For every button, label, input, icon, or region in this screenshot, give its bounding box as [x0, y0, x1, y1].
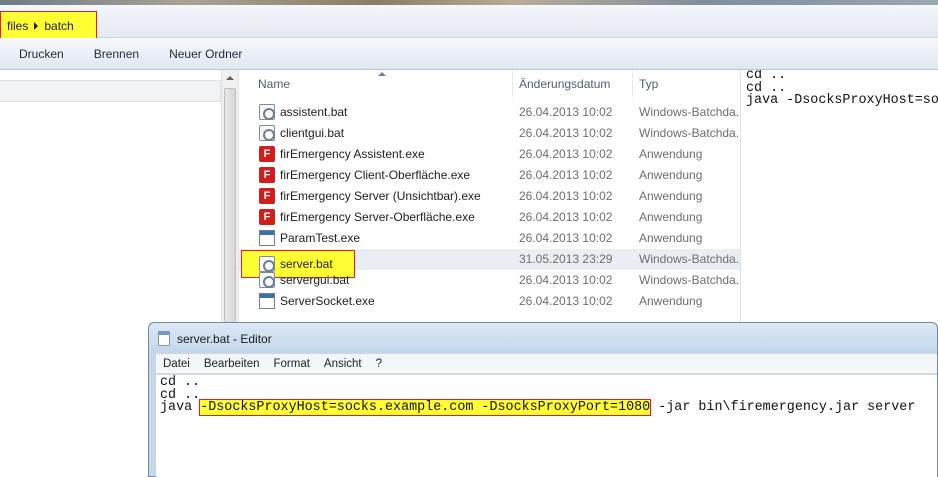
- breadcrumb[interactable]: files batch: [0, 11, 97, 40]
- file-row[interactable]: ParamTest.exe 26.04.2013 10:02 Anwendung: [239, 228, 741, 249]
- file-type: Anwendung: [639, 147, 703, 161]
- file-name: firEmergency Server (Unsichtbar).exe: [280, 189, 481, 203]
- file-row[interactable]: servergui.bat 26.04.2013 10:02 Windows-B…: [239, 270, 741, 291]
- chevron-right-icon[interactable]: [34, 21, 39, 30]
- file-date: 26.04.2013 10:02: [519, 294, 613, 308]
- menu-format[interactable]: Format: [266, 358, 316, 370]
- exe-window-icon: [259, 293, 275, 309]
- exe-window-icon: [259, 230, 275, 246]
- file-name: server.bat: [280, 257, 333, 271]
- column-header-row: Name Änderungsdatum Typ: [239, 70, 741, 98]
- batch-file-icon: [259, 104, 275, 120]
- notepad-titlebar[interactable]: server.bat - Editor: [149, 323, 937, 353]
- scroll-up-icon[interactable]: [226, 76, 234, 80]
- firemergency-app-icon: F: [259, 146, 275, 162]
- menu-help[interactable]: ?: [369, 358, 389, 370]
- file-name: firEmergency Server-Oberfläche.exe: [280, 210, 475, 224]
- file-type: Windows-Batchda...: [639, 126, 739, 140]
- file-date: 26.04.2013 10:02: [519, 273, 613, 287]
- file-row[interactable]: F firEmergency Client-Oberfläche.exe 26.…: [239, 165, 741, 186]
- file-name: firEmergency Client-Oberfläche.exe: [280, 168, 471, 182]
- file-date: 26.04.2013 10:02: [519, 126, 613, 140]
- column-header-name[interactable]: Name: [258, 77, 290, 91]
- file-date: 26.04.2013 10:02: [519, 105, 613, 119]
- file-name: servergui.bat: [280, 273, 350, 287]
- firemergency-app-icon: F: [259, 167, 275, 183]
- burn-button[interactable]: Brennen: [79, 47, 154, 61]
- address-bar[interactable]: files batch: [0, 5, 938, 40]
- file-date: 31.05.2013 23:29: [519, 252, 613, 266]
- file-row[interactable]: F firEmergency Server (Unsichtbar).exe 2…: [239, 186, 741, 207]
- column-divider[interactable]: [512, 70, 513, 98]
- preview-pane: cd .. cd .. java -DsocksProxyHost=socks: [741, 70, 938, 325]
- column-divider[interactable]: [632, 70, 633, 98]
- file-row[interactable]: ServerSocket.exe 26.04.2013 10:02 Anwend…: [239, 291, 741, 312]
- notepad-icon: [158, 331, 170, 346]
- file-date: 26.04.2013 10:02: [519, 168, 613, 182]
- file-type: Anwendung: [639, 294, 703, 308]
- column-header-date[interactable]: Änderungsdatum: [519, 77, 610, 91]
- breadcrumb-files[interactable]: files: [7, 19, 28, 33]
- firemergency-app-icon: F: [259, 188, 275, 204]
- file-type: Windows-Batchda...: [639, 273, 739, 287]
- text-line-prefix: java: [160, 400, 201, 415]
- window-title: server.bat - Editor: [177, 332, 272, 346]
- file-type: Anwendung: [639, 168, 703, 182]
- file-row[interactable]: assistent.bat 26.04.2013 10:02 Windows-B…: [239, 102, 741, 123]
- new-folder-button[interactable]: Neuer Ordner: [154, 47, 257, 61]
- notepad-menubar: Datei Bearbeiten Format Ansicht ?: [156, 354, 937, 374]
- file-name: firEmergency Assistent.exe: [280, 147, 425, 161]
- file-name: ParamTest.exe: [280, 231, 361, 245]
- notepad-window[interactable]: server.bat - Editor Datei Bearbeiten For…: [148, 322, 938, 477]
- file-name: clientgui.bat: [280, 126, 345, 140]
- file-date: 26.04.2013 10:02: [519, 231, 613, 245]
- preview-line: java -DsocksProxyHost=socks: [746, 93, 938, 108]
- file-row[interactable]: clientgui.bat 26.04.2013 10:02 Windows-B…: [239, 123, 741, 144]
- breadcrumb-batch[interactable]: batch: [44, 19, 73, 33]
- print-button[interactable]: Drucken: [0, 47, 79, 61]
- menu-file[interactable]: Datei: [156, 358, 197, 370]
- file-type: Anwendung: [639, 231, 703, 245]
- file-type: Anwendung: [639, 210, 703, 224]
- file-type: Windows-Batchda...: [639, 252, 739, 266]
- file-date: 26.04.2013 10:02: [519, 189, 613, 203]
- file-row[interactable]: F firEmergency Assistent.exe 26.04.2013 …: [239, 144, 741, 165]
- navigation-pane-header[interactable]: [0, 80, 221, 102]
- batch-file-icon: [259, 125, 275, 141]
- file-type: Anwendung: [639, 189, 703, 203]
- menu-view[interactable]: Ansicht: [317, 358, 369, 370]
- notepad-text-area[interactable]: cd .. cd .. java -DsocksProxyHost=socks.…: [156, 375, 937, 477]
- text-line-suffix: -jar bin\firemergency.jar server: [650, 400, 916, 415]
- file-date: 26.04.2013 10:02: [519, 147, 613, 161]
- firemergency-app-icon: F: [259, 209, 275, 225]
- file-row[interactable]: F firEmergency Server-Oberfläche.exe 26.…: [239, 207, 741, 228]
- file-date: 26.04.2013 10:02: [519, 210, 613, 224]
- column-header-type[interactable]: Typ: [639, 77, 658, 91]
- file-row-selected[interactable]: server.bat 31.05.2013 23:29 Windows-Batc…: [239, 249, 741, 278]
- file-name: ServerSocket.exe: [280, 294, 375, 308]
- sort-ascending-icon: [378, 72, 386, 76]
- file-name: assistent.bat: [280, 105, 348, 119]
- command-toolbar: Drucken Brennen Neuer Ordner: [0, 38, 938, 70]
- menu-edit[interactable]: Bearbeiten: [197, 358, 267, 370]
- batch-file-icon: [259, 272, 275, 288]
- file-type: Windows-Batchda...: [639, 105, 739, 119]
- highlighted-proxy-params: -DsocksProxyHost=socks.example.com -Dsoc…: [199, 399, 652, 416]
